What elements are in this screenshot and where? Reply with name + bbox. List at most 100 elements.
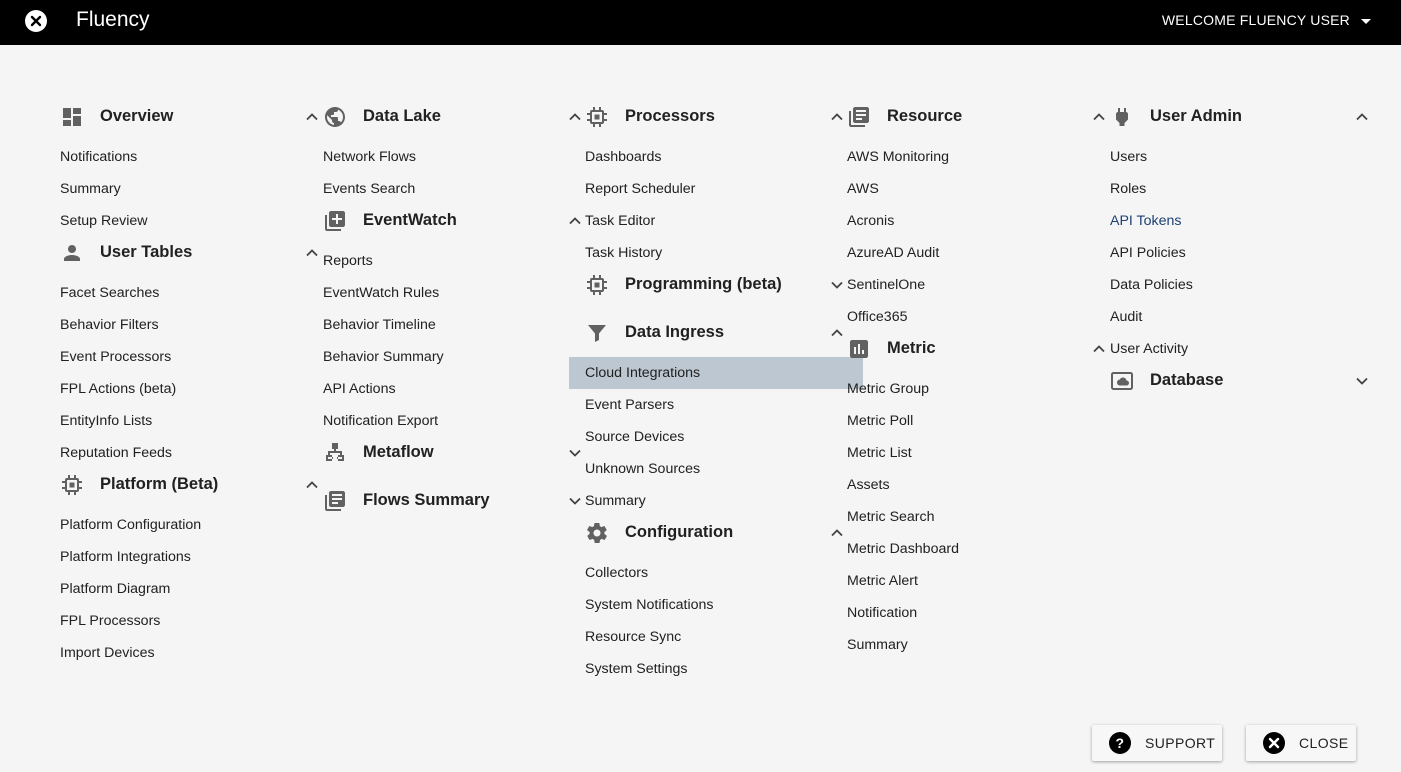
chevron-up-icon[interactable]	[302, 243, 322, 263]
menu-item-aws[interactable]: AWS	[847, 173, 1109, 205]
section-items	[323, 517, 585, 533]
menu-item-metric-alert[interactable]: Metric Alert	[847, 565, 1109, 597]
menu-item-collectors[interactable]: Collectors	[585, 557, 847, 589]
support-button[interactable]: ? SUPPORT	[1092, 725, 1222, 761]
menu-item-sentinelone[interactable]: SentinelOne	[847, 269, 1109, 301]
menu-item-notification-export[interactable]: Notification Export	[323, 405, 585, 437]
menu-item-fpl-actions-beta[interactable]: FPL Actions (beta)	[60, 373, 322, 405]
bar-chart-icon	[847, 337, 871, 361]
chevron-up-icon[interactable]	[302, 107, 322, 127]
menu-item-office365[interactable]: Office365	[847, 301, 1109, 333]
menu-item-api-policies[interactable]: API Policies	[1110, 237, 1372, 269]
chevron-down-icon[interactable]	[565, 491, 585, 511]
menu-item-report-scheduler[interactable]: Report Scheduler	[585, 173, 847, 205]
user-menu[interactable]: WELCOME FLUENCY USER	[1162, 12, 1371, 28]
menu-item-reports[interactable]: Reports	[323, 245, 585, 277]
menu-item-event-processors[interactable]: Event Processors	[60, 341, 322, 373]
section-user-admin[interactable]: User Admin	[1110, 101, 1372, 133]
section-overview[interactable]: Overview	[60, 101, 322, 133]
gear-icon	[585, 521, 609, 545]
menu-item-metric-search[interactable]: Metric Search	[847, 501, 1109, 533]
section-metric[interactable]: Metric	[847, 333, 1109, 365]
menu-item-task-history[interactable]: Task History	[585, 237, 847, 269]
menu-item-summary[interactable]: Summary	[847, 629, 1109, 661]
section-metaflow[interactable]: Metaflow	[323, 437, 585, 469]
menu-item-platform-configuration[interactable]: Platform Configuration	[60, 509, 322, 541]
chevron-down-icon[interactable]	[1352, 371, 1372, 391]
menu-item-api-actions[interactable]: API Actions	[323, 373, 585, 405]
section-flows-summary[interactable]: Flows Summary	[323, 485, 585, 517]
menu-item-cloud-integrations[interactable]: Cloud Integrations	[569, 357, 863, 389]
menu-item-summary[interactable]: Summary	[60, 173, 322, 205]
svg-text:?: ?	[1116, 735, 1125, 751]
menu-item-audit[interactable]: Audit	[1110, 301, 1372, 333]
menu-item-eventwatch-rules[interactable]: EventWatch Rules	[323, 277, 585, 309]
menu-item-azuread-audit[interactable]: AzureAD Audit	[847, 237, 1109, 269]
section-data-ingress[interactable]: Data Ingress	[585, 317, 847, 349]
top-bar: Fluency WELCOME FLUENCY USER	[0, 0, 1401, 45]
close-button[interactable]: CLOSE	[1246, 725, 1356, 761]
menu-item-notifications[interactable]: Notifications	[60, 141, 322, 173]
section-configuration[interactable]: Configuration	[585, 517, 847, 549]
menu-item-metric-dashboard[interactable]: Metric Dashboard	[847, 533, 1109, 565]
menu-item-source-devices[interactable]: Source Devices	[585, 421, 847, 453]
chevron-up-icon[interactable]	[1089, 339, 1109, 359]
chevron-down-icon[interactable]	[565, 443, 585, 463]
menu-item-system-notifications[interactable]: System Notifications	[585, 589, 847, 621]
menu-item-metric-group[interactable]: Metric Group	[847, 373, 1109, 405]
section-items: AWS Monitoring AWS Acronis AzureAD Audit Sen…	[847, 133, 1109, 333]
menu-item-assets[interactable]: Assets	[847, 469, 1109, 501]
menu-item-events-search[interactable]: Events Search	[323, 173, 585, 205]
chevron-up-icon[interactable]	[827, 323, 847, 343]
menu-item-task-editor[interactable]: Task Editor	[585, 205, 847, 237]
menu-item-platform-integrations[interactable]: Platform Integrations	[60, 541, 322, 573]
section-eventwatch[interactable]: EventWatch	[323, 205, 585, 237]
section-programming-beta[interactable]: Programming (beta)	[585, 269, 847, 301]
menu-item-metric-list[interactable]: Metric List	[847, 437, 1109, 469]
chevron-up-icon[interactable]	[565, 107, 585, 127]
menu-item-setup-review[interactable]: Setup Review	[60, 205, 322, 237]
menu-item-behavior-filters[interactable]: Behavior Filters	[60, 309, 322, 341]
menu-item-entityinfo-lists[interactable]: EntityInfo Lists	[60, 405, 322, 437]
menu-item-acronis[interactable]: Acronis	[847, 205, 1109, 237]
section-platform-beta[interactable]: Platform (Beta)	[60, 469, 322, 501]
menu-item-behavior-timeline[interactable]: Behavior Timeline	[323, 309, 585, 341]
menu-item-dashboards[interactable]: Dashboards	[585, 141, 847, 173]
section-resource[interactable]: Resource	[847, 101, 1109, 133]
menu-item-import-devices[interactable]: Import Devices	[60, 637, 322, 669]
menu-item-platform-diagram[interactable]: Platform Diagram	[60, 573, 322, 605]
section-data-lake[interactable]: Data Lake	[323, 101, 585, 133]
chevron-up-icon[interactable]	[565, 211, 585, 231]
menu-item-data-policies[interactable]: Data Policies	[1110, 269, 1372, 301]
menu-item-metric-poll[interactable]: Metric Poll	[847, 405, 1109, 437]
chevron-up-icon[interactable]	[302, 475, 322, 495]
menu-item-event-parsers[interactable]: Event Parsers	[585, 389, 847, 421]
menu-item-behavior-summary[interactable]: Behavior Summary	[323, 341, 585, 373]
menu-item-api-tokens[interactable]: API Tokens	[1110, 205, 1372, 237]
menu-item-notification[interactable]: Notification	[847, 597, 1109, 629]
chevron-up-icon[interactable]	[1352, 107, 1372, 127]
section-title: Metric	[887, 339, 936, 357]
menu-item-users[interactable]: Users	[1110, 141, 1372, 173]
menu-column-2: Data Lake Network Flows Events Search Event…	[323, 101, 585, 533]
menu-item-resource-sync[interactable]: Resource Sync	[585, 621, 847, 653]
menu-item-network-flows[interactable]: Network Flows	[323, 141, 585, 173]
menu-item-unknown-sources[interactable]: Unknown Sources	[585, 453, 847, 485]
menu-item-facet-searches[interactable]: Facet Searches	[60, 277, 322, 309]
section-user-tables[interactable]: User Tables	[60, 237, 322, 269]
chip-icon	[585, 105, 609, 129]
menu-item-system-settings[interactable]: System Settings	[585, 653, 847, 685]
chevron-up-icon[interactable]	[827, 523, 847, 543]
chevron-down-icon[interactable]	[827, 275, 847, 295]
menu-item-summary[interactable]: Summary	[585, 485, 847, 517]
menu-item-user-activity[interactable]: User Activity	[1110, 333, 1372, 365]
menu-item-roles[interactable]: Roles	[1110, 173, 1372, 205]
chevron-up-icon[interactable]	[827, 107, 847, 127]
menu-item-reputation-feeds[interactable]: Reputation Feeds	[60, 437, 322, 469]
section-database[interactable]: Database	[1110, 365, 1372, 397]
chevron-up-icon[interactable]	[1089, 107, 1109, 127]
menu-item-fpl-processors[interactable]: FPL Processors	[60, 605, 322, 637]
menu-item-aws-monitoring[interactable]: AWS Monitoring	[847, 141, 1109, 173]
section-processors[interactable]: Processors	[585, 101, 847, 133]
close-menu-icon[interactable]	[25, 10, 47, 32]
